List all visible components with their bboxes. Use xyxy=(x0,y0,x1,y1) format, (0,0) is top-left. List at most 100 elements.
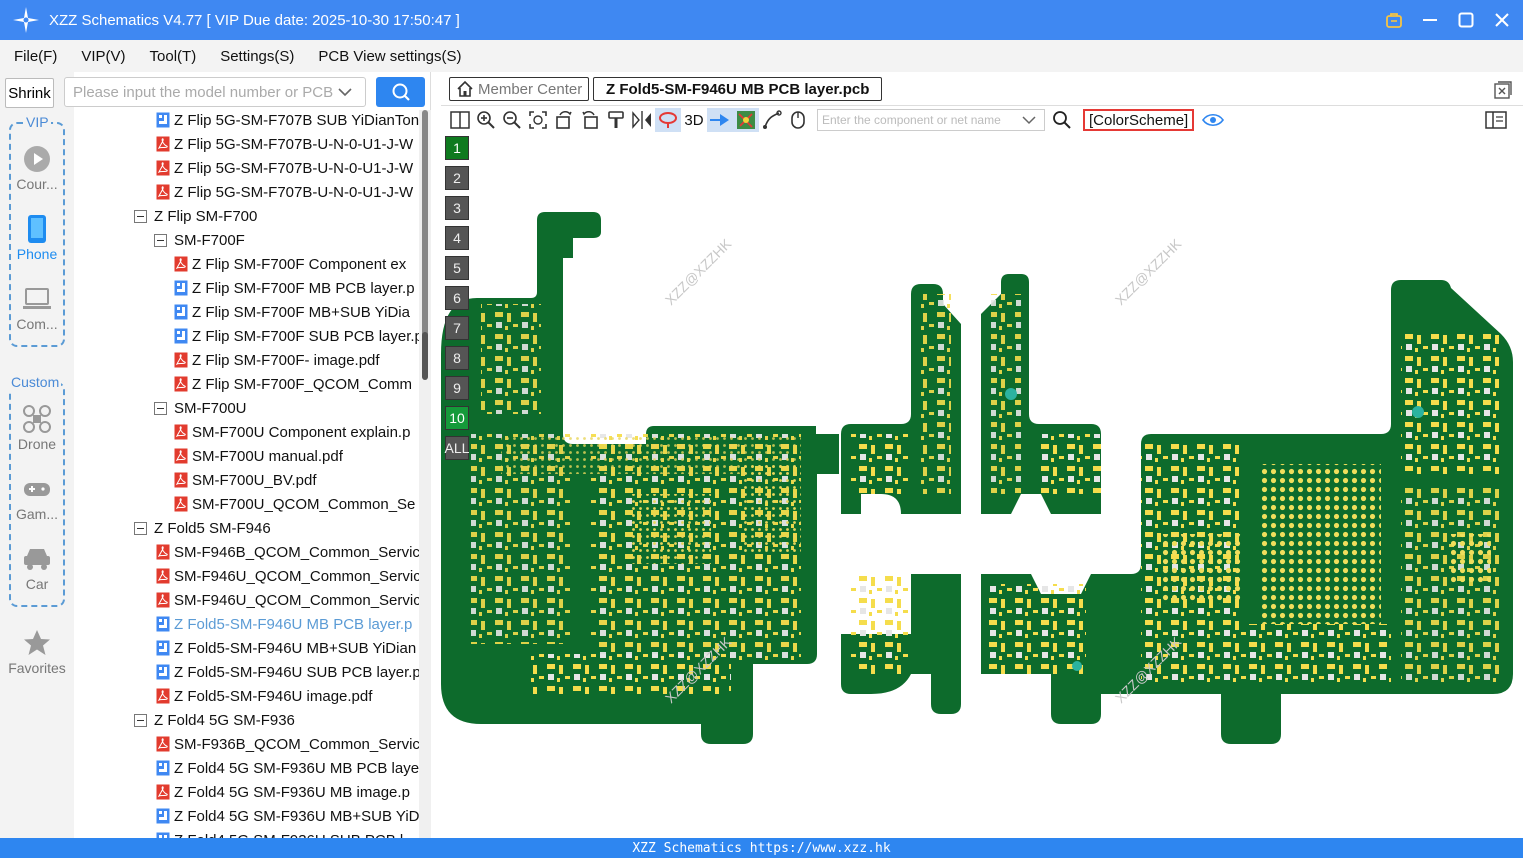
tree-file[interactable]: Z Flip SM-F700F MB PCB layer.p xyxy=(174,276,419,300)
tree-file[interactable]: SM-F946U_QCOM_Common_Servic xyxy=(156,588,419,612)
three-d-toggle[interactable]: 3D xyxy=(681,112,707,129)
vip-bag-icon[interactable] xyxy=(1383,9,1405,31)
search-icon[interactable] xyxy=(1049,108,1075,132)
net-map-icon[interactable] xyxy=(733,108,759,132)
eye-icon[interactable] xyxy=(1200,108,1226,132)
tree-file[interactable]: SM-F946U_QCOM_Common_Servic xyxy=(156,564,419,588)
tree-file[interactable]: Z Fold4 5G SM-F936U MB+SUB YiD xyxy=(156,804,419,828)
tree-item-label: SM-F700U manual.pdf xyxy=(192,447,343,465)
tree-scrollbar[interactable] xyxy=(419,110,431,838)
net-highlight-icon[interactable] xyxy=(655,108,681,132)
trace-icon[interactable] xyxy=(759,108,785,132)
tree-file[interactable]: Z Flip SM-F700F SUB PCB layer.p xyxy=(174,324,419,348)
tree-file[interactable]: Z Fold5-SM-F946U SUB PCB layer.p xyxy=(156,660,419,684)
paint-brush-icon[interactable] xyxy=(603,108,629,132)
component-search-box[interactable] xyxy=(817,109,1045,131)
mirror-icon[interactable] xyxy=(629,108,655,132)
close-tabs-icon[interactable] xyxy=(1493,80,1513,100)
rotate-right-icon[interactable] xyxy=(577,108,603,132)
menu-file[interactable]: File(F) xyxy=(10,48,61,65)
rail-item-drone[interactable]: Drone xyxy=(9,404,65,452)
tree-folder[interactable]: Z Fold4 5G SM-F936 xyxy=(134,708,419,732)
collapse-toggle-icon[interactable] xyxy=(134,209,147,223)
tree-file[interactable]: Z Fold4 5G SM-F936U MB PCB laye xyxy=(156,756,419,780)
collapse-toggle-icon[interactable] xyxy=(154,401,167,415)
layer-button-8[interactable]: 8 xyxy=(445,346,469,370)
tree-file[interactable]: SM-F700U Component explain.p xyxy=(174,420,419,444)
rail-item-courses[interactable]: Cour... xyxy=(9,144,65,192)
minimize-icon[interactable] xyxy=(1419,9,1441,31)
layer-button-6[interactable]: 6 xyxy=(445,286,469,310)
layer-button-2[interactable]: 2 xyxy=(445,166,469,190)
color-scheme-button[interactable]: [ColorScheme] xyxy=(1083,109,1195,131)
tree-scrollbar-thumb[interactable] xyxy=(422,332,428,380)
layer-button-9[interactable]: 9 xyxy=(445,376,469,400)
tab-active-pcb[interactable]: Z Fold5-SM-F946U MB PCB layer.pcb xyxy=(593,77,883,101)
layer-button-5[interactable]: 5 xyxy=(445,256,469,280)
tree-file[interactable]: Z Flip SM-F700F Component ex xyxy=(174,252,419,276)
tree-file[interactable]: Z Flip SM-F700F MB+SUB YiDia xyxy=(174,300,419,324)
rail-item-phone[interactable]: Phone xyxy=(9,214,65,262)
mouse-icon[interactable] xyxy=(785,108,811,132)
split-view-icon[interactable] xyxy=(447,108,473,132)
collapse-toggle-icon[interactable] xyxy=(134,521,147,535)
close-icon[interactable] xyxy=(1491,9,1513,31)
tree-file[interactable]: Z Flip SM-F700F_QCOM_Comm xyxy=(174,372,419,396)
menu-settings[interactable]: Settings(S) xyxy=(216,48,298,65)
tree-file[interactable]: Z Fold5-SM-F946U MB+SUB YiDian xyxy=(156,636,419,660)
collapse-toggle-icon[interactable] xyxy=(154,233,167,247)
pcb-canvas[interactable]: XZZ@XZZHK XZZ@XZZHK XZZ@XZZHK XZZ@XZZHK xyxy=(441,134,1523,838)
menu-tool[interactable]: Tool(T) xyxy=(146,48,201,65)
tree-file[interactable]: SM-F936B_QCOM_Common_Servic xyxy=(156,732,419,756)
tree-folder[interactable]: SM-F700F xyxy=(154,228,419,252)
chevron-down-icon[interactable] xyxy=(1022,115,1036,125)
tree-file[interactable]: Z Fold5-SM-F946U MB PCB layer.p xyxy=(156,612,419,636)
side-panel-icon[interactable] xyxy=(1483,108,1509,132)
tree-scrollbar-track[interactable] xyxy=(422,110,428,342)
rail-item-game[interactable]: Gam... xyxy=(9,474,65,522)
layer-button-3[interactable]: 3 xyxy=(445,196,469,220)
tree-file[interactable]: Z Fold4 5G SM-F936U MB image.p xyxy=(156,780,419,804)
tree-file[interactable]: SM-F700U manual.pdf xyxy=(174,444,419,468)
zoom-out-icon[interactable] xyxy=(499,108,525,132)
tree-file[interactable]: Z Flip 5G-SM-F707B-U-N-0-U1-J-W xyxy=(156,180,419,204)
rail-item-favorites[interactable]: Favorites xyxy=(8,628,66,676)
tree-file[interactable]: Z Flip 5G-SM-F707B SUB YiDianTong xyxy=(156,110,419,132)
menu-vip[interactable]: VIP(V) xyxy=(77,48,129,65)
model-search-input[interactable] xyxy=(73,83,335,101)
tree-item-label: Z Flip SM-F700F SUB PCB layer.p xyxy=(192,327,419,345)
tree-folder[interactable]: Z Fold5 SM-F946 xyxy=(134,516,419,540)
tree-file[interactable]: Z Fold5-SM-F946U image.pdf xyxy=(156,684,419,708)
search-button[interactable] xyxy=(376,77,425,107)
tree-file[interactable]: Z Flip 5G-SM-F707B-U-N-0-U1-J-W xyxy=(156,156,419,180)
tree-file[interactable]: SM-F700U_BV.pdf xyxy=(174,468,419,492)
layer-button-10[interactable]: 10 xyxy=(445,406,469,430)
pdf-file-icon xyxy=(174,496,188,512)
tree-folder[interactable]: Z Flip SM-F700 xyxy=(134,204,419,228)
tree-file[interactable]: SM-F700U_QCOM_Common_Se xyxy=(174,492,419,516)
tree-folder[interactable]: SM-F700U xyxy=(154,396,419,420)
maximize-icon[interactable] xyxy=(1455,9,1477,31)
tree-file[interactable]: Z Fold4 5G SM-F936U SUB PCB l xyxy=(156,828,419,838)
fit-view-icon[interactable] xyxy=(525,108,551,132)
layer-button-1[interactable]: 1 xyxy=(445,136,469,160)
tree-file[interactable]: SM-F946B_QCOM_Common_Servic xyxy=(156,540,419,564)
zoom-in-icon[interactable] xyxy=(473,108,499,132)
model-search-box[interactable] xyxy=(64,77,366,107)
shrink-button[interactable]: Shrink xyxy=(5,78,54,108)
tab-member-center[interactable]: Member Center xyxy=(449,77,590,101)
tree-file[interactable]: Z Flip 5G-SM-F707B-U-N-0-U1-J-W xyxy=(156,132,419,156)
rail-item-car[interactable]: Car xyxy=(9,544,65,592)
layer-button-7[interactable]: 7 xyxy=(445,316,469,340)
menu-pcb-view-settings[interactable]: PCB View settings(S) xyxy=(314,48,465,65)
layer-button-4[interactable]: 4 xyxy=(445,226,469,250)
chevron-down-icon[interactable] xyxy=(335,82,355,102)
rotate-left-icon[interactable] xyxy=(551,108,577,132)
rail-item-computer[interactable]: Com... xyxy=(9,284,65,332)
tree-item-label: Z Flip SM-F700F- image.pdf xyxy=(192,351,380,369)
layer-button-all[interactable]: ALL xyxy=(445,436,469,460)
collapse-toggle-icon[interactable] xyxy=(134,713,147,727)
component-search-input[interactable] xyxy=(822,113,1022,127)
pin-arrow-icon[interactable] xyxy=(707,108,733,132)
tree-file[interactable]: Z Flip SM-F700F- image.pdf xyxy=(174,348,419,372)
